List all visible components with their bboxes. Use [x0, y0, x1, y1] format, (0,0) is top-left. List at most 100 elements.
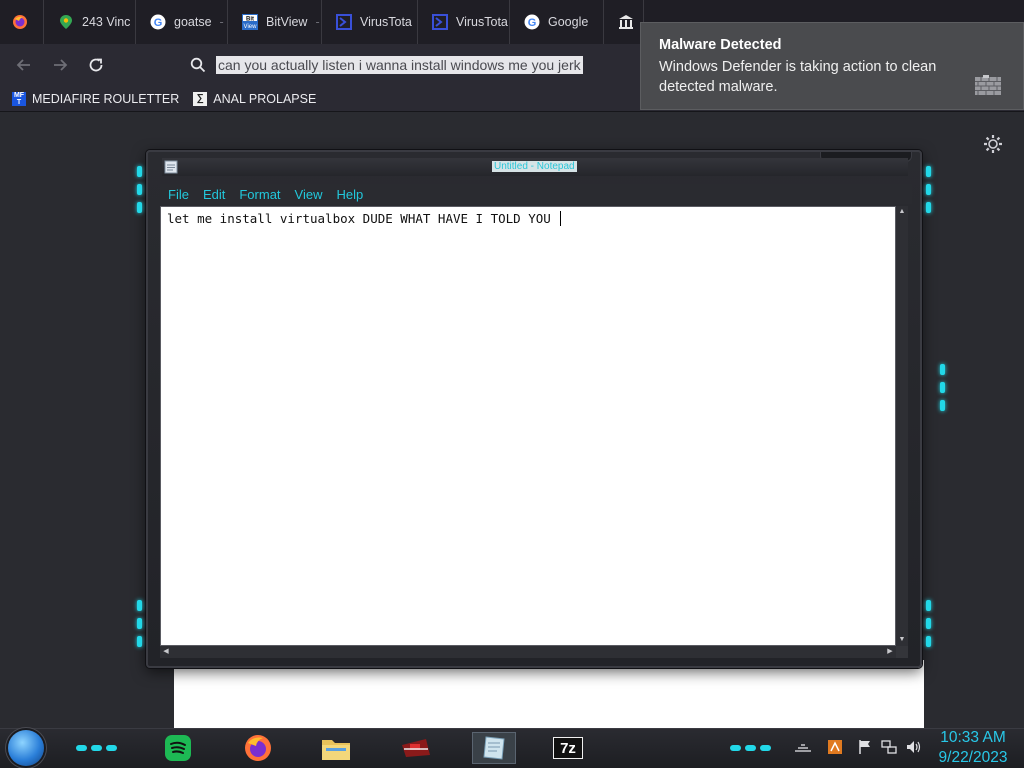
frame-glow-accent [926, 166, 931, 177]
editor-content[interactable]: let me install virtualbox DUDE WHAT HAVE… [167, 211, 562, 226]
menu-bar: File Edit Format View Help [160, 184, 912, 204]
menu-edit[interactable]: Edit [203, 187, 225, 202]
tab-label: VirusTota [360, 15, 412, 29]
taskbar-spotify[interactable] [160, 732, 196, 764]
gear-icon[interactable] [982, 133, 1004, 155]
frame-glow-accent [940, 382, 945, 393]
frame-glow-accent [137, 202, 142, 213]
scroll-down-arrow-icon[interactable]: ▼ [896, 634, 908, 646]
forward-button[interactable] [48, 54, 72, 76]
spotify-icon [165, 735, 191, 761]
frame-glow-accent [926, 636, 931, 647]
show-hidden-icons-button[interactable] [792, 738, 814, 756]
menu-view[interactable]: View [295, 187, 323, 202]
tray-action-center[interactable] [856, 738, 874, 756]
notepad-icon [483, 736, 505, 760]
volume-icon [907, 741, 921, 753]
tab-google[interactable]: G Google [510, 0, 604, 44]
tab-label: 243 Vinc [82, 15, 131, 29]
tab-label-suffix: - [315, 15, 320, 29]
svg-text:Bit: Bit [246, 17, 254, 23]
malware-toast[interactable]: Malware Detected Windows Defender is tak… [640, 22, 1024, 110]
tab-virustotal-1[interactable]: VirusTota [322, 0, 418, 44]
flag-icon [859, 740, 870, 754]
arrow-right-icon [54, 59, 68, 71]
scroll-left-arrow-icon[interactable]: ◀ [160, 646, 172, 658]
maps-pin-icon [58, 14, 74, 30]
tab-maps[interactable]: 243 Vinc [44, 0, 136, 44]
frame-glow-accent [940, 400, 945, 411]
bookmark-mediafire[interactable]: MF T MEDIAFIRE ROULETTER [12, 91, 180, 106]
tray-overflow-icon [795, 744, 811, 752]
google-icon: G [150, 14, 166, 30]
vertical-scrollbar[interactable]: ▲ ▼ [896, 206, 908, 646]
frame-glow-accent [137, 184, 142, 195]
bookmark-second[interactable]: ∑ ANAL PROLAPSE [193, 91, 317, 106]
scroll-up-arrow-icon[interactable]: ▲ [896, 206, 908, 218]
tab-google-search[interactable]: G goatse - · [136, 0, 228, 44]
text-caret [560, 211, 562, 226]
background-window [174, 660, 924, 732]
menu-help[interactable]: Help [336, 187, 363, 202]
editor-text: let me install virtualbox DUDE WHAT HAVE… [167, 211, 559, 226]
notepad-window: Untitled - Notepad File Edit Format View… [146, 150, 922, 668]
app-icon [402, 739, 430, 757]
museum-icon [618, 14, 634, 30]
tray-network[interactable] [880, 738, 898, 756]
start-button[interactable] [8, 730, 44, 766]
frame-glow-accent [926, 184, 931, 195]
address-bar[interactable]: can you actually listen i wanna install … [180, 50, 640, 80]
search-icon [190, 57, 206, 73]
toast-body: Windows Defender is taking action to cle… [659, 59, 937, 95]
tab-label: goatse [174, 15, 212, 29]
taskbar-firefox[interactable] [240, 732, 276, 764]
tab-virustotal-2[interactable]: VirusTota [418, 0, 510, 44]
tab-firefox-view[interactable] [0, 0, 44, 44]
bitview-icon: Bit View [242, 14, 258, 30]
taskbar-glow-accent [728, 732, 774, 764]
taskbar-notepad[interactable] [472, 732, 516, 764]
bookmark-label: MEDIAFIRE ROULETTER [32, 91, 180, 106]
tab-label: VirusTota [456, 15, 508, 29]
virustotal-icon [432, 14, 448, 30]
resize-grip[interactable] [896, 646, 908, 658]
frame-glow-accent [137, 600, 142, 611]
mediafire-icon: MF T [12, 91, 26, 106]
bookmark-favicon-icon: ∑ [193, 91, 208, 106]
scroll-right-arrow-icon[interactable]: ▶ [884, 646, 896, 658]
frame-glow-accent [137, 618, 142, 629]
frame-glow-accent [926, 202, 931, 213]
tray-app[interactable] [826, 738, 844, 756]
reload-button[interactable] [84, 54, 108, 76]
reload-icon [89, 58, 103, 72]
taskbar-app[interactable] [398, 732, 434, 764]
tab-label-suffix: - · [219, 15, 227, 29]
tab-label: Google [548, 15, 589, 29]
taskbar-7zip[interactable]: 7z [550, 732, 586, 764]
frame-glow-accent [940, 364, 945, 375]
text-editor[interactable]: let me install virtualbox DUDE WHAT HAVE… [160, 206, 896, 646]
toast-title: Malware Detected [659, 37, 782, 53]
tab-bitview[interactable]: Bit View BitView - [228, 0, 322, 44]
taskbar-file-explorer[interactable] [318, 732, 354, 764]
window-title: Untitled - Notepad [492, 161, 577, 172]
tray-volume[interactable] [904, 738, 922, 756]
notepad-icon [164, 160, 178, 174]
menu-format[interactable]: Format [239, 187, 280, 202]
back-button[interactable] [12, 54, 36, 76]
menu-file[interactable]: File [168, 187, 189, 202]
svg-text:View: View [244, 24, 258, 30]
google-icon: G [524, 14, 540, 30]
taskbar-glow-accent [74, 732, 120, 764]
firefox-icon [245, 735, 271, 761]
clock-date: 9/22/2023 [938, 749, 1008, 766]
address-bar-text[interactable]: can you actually listen i wanna install … [216, 56, 583, 74]
sevenzip-label: 7z [560, 739, 576, 757]
bookmark-label: ANAL PROLAPSE [213, 91, 317, 106]
taskbar-clock[interactable]: 10:33 AM 9/22/2023 [930, 728, 1016, 768]
arrow-left-icon [16, 59, 30, 71]
horizontal-scrollbar[interactable]: ◀ ▶ [160, 646, 896, 658]
clock-time: 10:33 AM [940, 729, 1006, 746]
network-icon [881, 740, 897, 754]
tab-museum[interactable] [604, 0, 644, 44]
